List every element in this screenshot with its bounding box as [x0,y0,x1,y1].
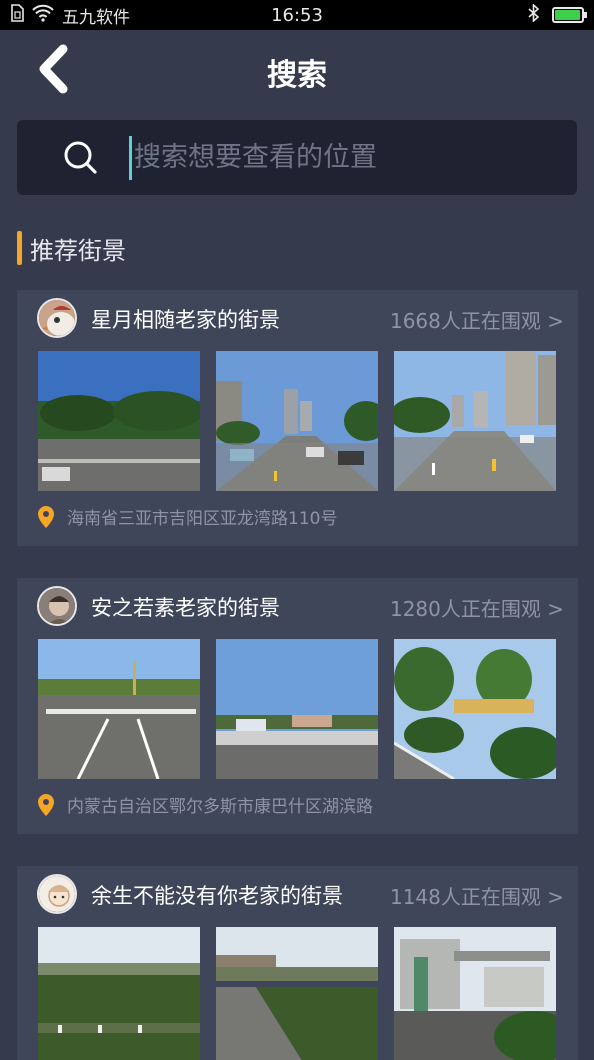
battery-icon [552,7,587,23]
bluetooth-icon [528,2,540,27]
status-bar: 五九软件 16:53 [0,0,594,30]
battery-level [555,10,580,20]
section-title: 推荐街景 [30,236,126,265]
card-header: 安之若素老家的街景 1280人正在围观 > [17,578,578,634]
photo-strip [38,639,558,779]
avatar[interactable] [37,874,77,914]
status-right [528,2,587,27]
section-header: 推荐街景 [17,230,126,266]
street-photo[interactable] [394,927,556,1060]
street-photo[interactable] [216,927,378,1060]
streetview-card[interactable]: 余生不能没有你老家的街景 1148人正在围观 > [17,866,578,1060]
nav-bar: 搜索 [0,30,594,112]
search-icon [61,138,101,178]
avatar[interactable] [37,298,77,338]
location-row: 内蒙古自治区鄂尔多斯市康巴什区湖滨路 [37,792,373,817]
card-title: 星月相随老家的街景 [91,308,280,332]
search-input[interactable] [129,135,577,180]
watchers-link[interactable]: 1668人正在围观 > [390,305,564,334]
photo-strip [38,351,558,491]
page-title: 搜索 [267,58,327,93]
streetview-card[interactable]: 安之若素老家的街景 1280人正在围观 > 内蒙古自治区鄂尔多斯市康巴什区湖滨路 [17,578,578,834]
street-photo[interactable] [38,639,200,779]
carrier-label: 五九软件 [62,7,130,28]
street-photo[interactable] [394,639,556,779]
card-title: 安之若素老家的街景 [91,596,280,620]
location-address: 内蒙古自治区鄂尔多斯市康巴什区湖滨路 [67,797,373,817]
sim-icon [10,3,24,27]
watchers-link[interactable]: 1148人正在围观 > [390,881,564,910]
photo-strip [38,927,558,1060]
watchers-link[interactable]: 1280人正在围观 > [390,593,564,622]
location-address: 海南省三亚市吉阳区亚龙湾路110号 [67,509,338,529]
street-photo[interactable] [216,639,378,779]
card-title: 余生不能没有你老家的街景 [91,884,343,908]
street-photo[interactable] [38,927,200,1060]
street-photo[interactable] [216,351,378,491]
avatar[interactable] [37,586,77,626]
street-photo[interactable] [394,351,556,491]
status-left: 五九软件 [0,3,240,28]
location-pin-icon [37,505,55,529]
location-row: 海南省三亚市吉阳区亚龙湾路110号 [37,504,337,529]
street-photo[interactable] [38,351,200,491]
location-pin-icon [37,793,55,817]
card-header: 星月相随老家的街景 1668人正在围观 > [17,290,578,346]
wifi-icon [32,4,54,27]
search-bar[interactable] [17,120,577,195]
section-accent-bar [17,231,22,265]
card-header: 余生不能没有你老家的街景 1148人正在围观 > [17,866,578,922]
streetview-card[interactable]: 星月相随老家的街景 1668人正在围观 > 海南省三亚市吉阳区亚龙湾路110号 [17,290,578,546]
